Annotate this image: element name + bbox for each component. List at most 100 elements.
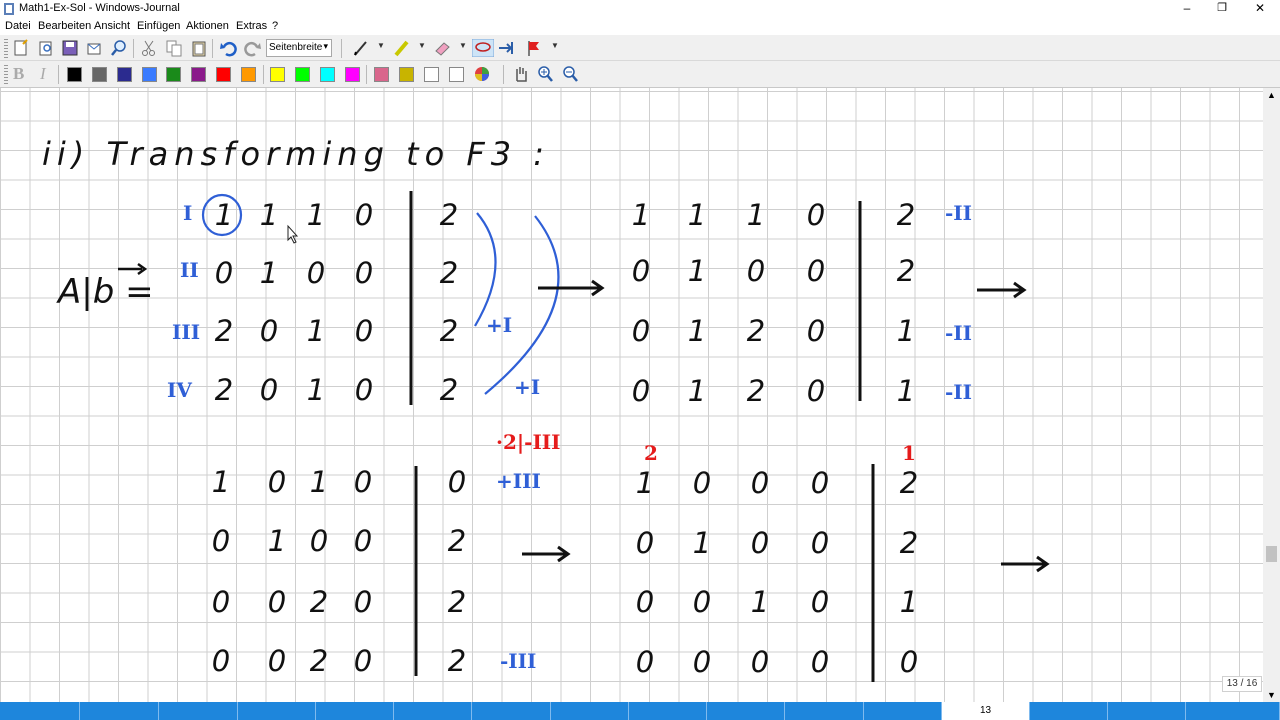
open-icon[interactable]	[37, 39, 55, 57]
send-mail-icon[interactable]	[86, 39, 104, 57]
matrix-entry: 0	[636, 526, 654, 560]
page-tab[interactable]	[472, 702, 551, 720]
page-tab[interactable]	[0, 702, 80, 720]
toolbar-separator	[58, 65, 59, 84]
pen-icon[interactable]	[352, 39, 370, 57]
scroll-thumb[interactable]	[1266, 546, 1277, 562]
row-label: IV	[167, 378, 192, 402]
page-tab[interactable]	[1030, 702, 1108, 720]
color-swatch[interactable]	[142, 67, 157, 82]
undo-icon[interactable]	[219, 39, 237, 57]
menu-aktionen[interactable]: Aktionen	[186, 20, 229, 32]
scroll-down-icon[interactable]: ▼	[1267, 690, 1276, 700]
page-tab[interactable]	[864, 702, 942, 720]
color-swatch[interactable]	[92, 67, 107, 82]
find-icon[interactable]	[110, 39, 128, 57]
matrix-entry: 0	[632, 374, 650, 408]
pen-dropdown-icon[interactable]: ▼	[377, 41, 385, 50]
page-tabs-bar: 13	[0, 702, 1280, 720]
bold-button[interactable]: B	[13, 64, 31, 83]
toolbar-grip[interactable]	[4, 65, 8, 84]
menu-einfuegen[interactable]: Einfügen	[137, 20, 180, 32]
matrix-entry: 2	[747, 314, 765, 348]
menu-help[interactable]: ?	[272, 20, 278, 32]
menu-datei[interactable]: Datei	[5, 20, 31, 32]
page-tab[interactable]	[1108, 702, 1186, 720]
page-tab[interactable]	[629, 702, 707, 720]
page-tab[interactable]	[707, 702, 785, 720]
color-swatch[interactable]	[166, 67, 181, 82]
zoom-in-icon[interactable]	[536, 65, 554, 83]
matrix-entry: 2	[900, 466, 918, 500]
vertical-scrollbar[interactable]: ▲ ▼	[1263, 88, 1280, 702]
color-swatch[interactable]	[424, 67, 439, 82]
matrix-entry: 0	[212, 644, 230, 678]
redo-icon[interactable]	[244, 39, 262, 57]
page-tab[interactable]	[551, 702, 629, 720]
matrix-entry: 0	[355, 314, 373, 348]
eraser-icon[interactable]	[433, 39, 451, 57]
zoom-dropdown[interactable]: Seitenbreite ▾	[266, 39, 332, 57]
matrix-entry: 1	[688, 374, 706, 408]
flag-dropdown-icon[interactable]: ▼	[551, 41, 559, 50]
color-swatch[interactable]	[345, 67, 360, 82]
color-swatch[interactable]	[270, 67, 285, 82]
highlighter-dropdown-icon[interactable]: ▼	[418, 41, 426, 50]
color-swatch[interactable]	[241, 67, 256, 82]
highlighter-icon[interactable]	[393, 39, 411, 57]
eraser-dropdown-icon[interactable]: ▼	[459, 41, 467, 50]
toolbar-grip[interactable]	[4, 39, 8, 58]
color-swatch[interactable]	[191, 67, 206, 82]
close-button[interactable]: ✕	[1243, 0, 1277, 18]
page-tab[interactable]	[159, 702, 238, 720]
page-tab[interactable]	[1186, 702, 1280, 720]
copy-icon[interactable]	[165, 39, 183, 57]
matrix-entry: 0	[310, 524, 328, 558]
matrix-entry: 2	[310, 585, 328, 619]
matrix-entry: 0	[355, 373, 373, 407]
cut-icon[interactable]	[140, 39, 158, 57]
page-tab[interactable]	[394, 702, 472, 720]
note-canvas[interactable]: ii) Transforming to F3 : A|b = 111020100…	[0, 88, 1263, 702]
color-wheel-icon[interactable]	[473, 65, 491, 83]
paste-icon[interactable]	[190, 39, 208, 57]
color-swatch[interactable]	[449, 67, 464, 82]
page-tab-current[interactable]: 13	[942, 702, 1030, 720]
color-swatch[interactable]	[374, 67, 389, 82]
flag-icon[interactable]	[525, 39, 543, 57]
menu-ansicht[interactable]: Ansicht	[94, 20, 130, 32]
save-icon[interactable]	[61, 39, 79, 57]
lasso-select-icon[interactable]	[472, 39, 494, 57]
menu-extras[interactable]: Extras	[236, 20, 267, 32]
color-swatch[interactable]	[399, 67, 414, 82]
matrix-entry: 0	[268, 644, 286, 678]
pan-hand-icon[interactable]	[512, 65, 530, 83]
scroll-up-icon[interactable]: ▲	[1267, 90, 1276, 100]
color-swatch[interactable]	[117, 67, 132, 82]
minimize-button[interactable]: –	[1170, 0, 1204, 18]
restore-button[interactable]: ❐	[1205, 0, 1239, 18]
color-swatch[interactable]	[216, 67, 231, 82]
matrix-entry: 2	[215, 373, 233, 407]
color-swatch[interactable]	[295, 67, 310, 82]
color-swatch[interactable]	[320, 67, 335, 82]
matrix-entry: 0	[807, 254, 825, 288]
page-tab[interactable]	[238, 702, 316, 720]
matrix-entry: 1	[688, 198, 706, 232]
zoom-out-icon[interactable]	[561, 65, 579, 83]
new-note-icon[interactable]	[12, 39, 30, 57]
matrix-entry: 1	[307, 198, 325, 232]
page-tab[interactable]	[80, 702, 159, 720]
matrix-entry: 2	[440, 314, 458, 348]
page-tab[interactable]	[785, 702, 864, 720]
page-tab[interactable]	[316, 702, 394, 720]
insert-space-icon[interactable]	[497, 39, 515, 57]
arrow-right-icon	[522, 545, 571, 563]
menu-bearbeiten[interactable]: Bearbeiten	[38, 20, 91, 32]
matrix-entry: 1	[260, 198, 278, 232]
color-swatch[interactable]	[67, 67, 82, 82]
italic-button[interactable]: I	[40, 64, 58, 83]
matrix-entry: 1	[897, 374, 915, 408]
row-op-note: ·2|-III	[496, 430, 561, 454]
matrix-2: 1 1 1 0 2 0 1 0 0 2 0 1 2 0 1 0 1 2 0 1 -II -II -II	[632, 198, 972, 408]
